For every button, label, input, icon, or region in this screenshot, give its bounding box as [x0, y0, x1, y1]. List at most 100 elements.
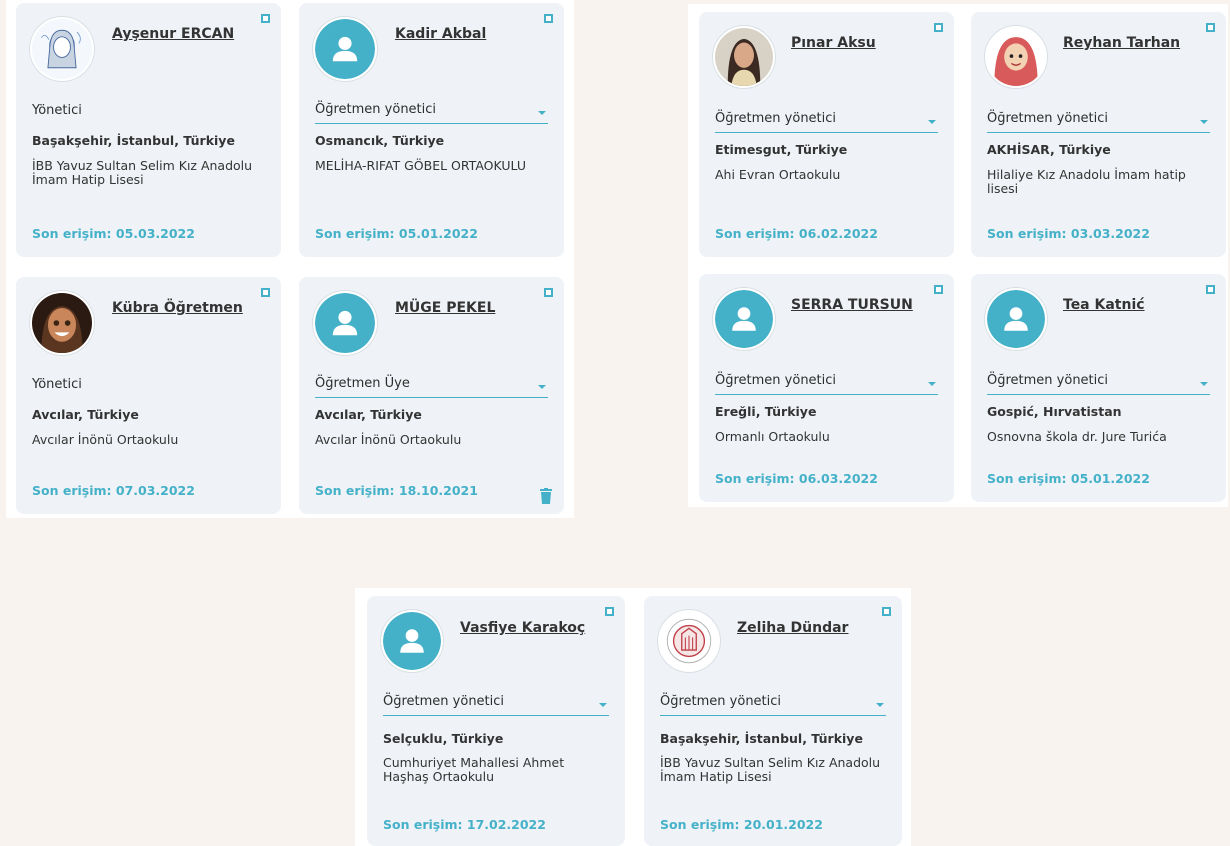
last-access: Son erişim: 20.01.2022 [660, 817, 823, 832]
member-card: Tea Katnić Öğretmen yönetici Gospić, Hır… [971, 274, 1226, 502]
role-dropdown[interactable]: Öğretmen yönetici [715, 111, 938, 133]
chevron-down-icon [538, 111, 546, 115]
member-name-link[interactable]: Zeliha Dündar [737, 620, 848, 636]
select-checkbox[interactable] [1206, 285, 1215, 294]
role-dropdown[interactable]: Öğretmen yönetici [660, 694, 886, 716]
trash-icon[interactable] [540, 488, 552, 504]
default-user-avatar [313, 17, 377, 81]
chevron-down-icon [928, 382, 936, 386]
role-dropdown-value: Öğretmen yönetici [987, 111, 1109, 126]
member-school: Ahi Evran Ortaokulu [715, 167, 841, 182]
member-name-link[interactable]: Reyhan Tarhan [1063, 35, 1180, 51]
member-name-link[interactable]: Ayşenur ERCAN [112, 26, 234, 42]
member-location: Selçuklu, Türkiye [383, 731, 504, 746]
chevron-down-icon [599, 703, 607, 707]
last-access: Son erişim: 05.01.2022 [987, 471, 1150, 486]
member-name-link[interactable]: SERRA TURSUN [791, 297, 913, 313]
role-dropdown-value: Öğretmen yönetici [660, 694, 782, 709]
member-card: Kübra Öğretmen Yönetici Avcılar, Türkiye… [16, 277, 281, 514]
member-school: Ormanlı Ortaokulu [715, 429, 830, 444]
member-school: Hilaliye Kız Anadolu İmam hatip lisesi [987, 167, 1186, 196]
member-location: Avcılar, Türkiye [315, 407, 422, 422]
role-dropdown[interactable]: Öğretmen Üye [315, 376, 548, 398]
team-panel-3: Vasfiye Karakoç Öğretmen yönetici Selçuk… [355, 588, 911, 846]
member-school: Avcılar İnönü Ortaokulu [32, 432, 179, 447]
last-access: Son erişim: 05.03.2022 [32, 226, 195, 241]
chevron-down-icon [928, 120, 936, 124]
member-card: MÜGE PEKEL Öğretmen Üye Avcılar, Türkiye… [299, 277, 564, 514]
member-card: SERRA TURSUN Öğretmen yönetici Ereğli, T… [699, 274, 954, 502]
member-card: Kadir Akbal Öğretmen yönetici Osmancık, … [299, 3, 564, 257]
role-dropdown[interactable]: Öğretmen yönetici [715, 373, 938, 395]
cartoon-avatar [985, 26, 1047, 88]
member-card: Vasfiye Karakoç Öğretmen yönetici Selçuk… [367, 596, 625, 846]
member-location: Etimesgut, Türkiye [715, 142, 848, 157]
team-panel-1: Ayşenur ERCAN Yönetici Başakşehir, İstan… [6, 0, 574, 518]
default-user-avatar [713, 288, 775, 350]
select-checkbox[interactable] [934, 23, 943, 32]
member-card: Reyhan Tarhan Öğretmen yönetici AKHİSAR,… [971, 12, 1226, 257]
role-dropdown-value: Öğretmen yönetici [715, 373, 837, 388]
member-name-link[interactable]: Kübra Öğretmen [112, 300, 243, 316]
role-dropdown[interactable]: Öğretmen yönetici [315, 102, 548, 124]
member-school: Avcılar İnönü Ortaokulu [315, 432, 462, 447]
member-name-link[interactable]: Vasfiye Karakoç [460, 620, 585, 636]
chevron-down-icon [876, 703, 884, 707]
role-dropdown[interactable]: Öğretmen yönetici [987, 373, 1210, 395]
member-name-link[interactable]: Kadir Akbal [395, 26, 486, 42]
team-panel-2: Pınar Aksu Öğretmen yönetici Etimesgut, … [688, 4, 1228, 507]
member-card: Zeliha Dündar Öğretmen yönetici Başakşeh… [644, 596, 902, 846]
role-dropdown[interactable]: Öğretmen yönetici [383, 694, 609, 716]
default-user-avatar [985, 288, 1047, 350]
member-school: İBB Yavuz Sultan Selim Kız Anadolu İmam … [660, 755, 881, 784]
photo-avatar [713, 26, 775, 88]
member-school: Cumhuriyet Mahallesi Ahmet Haşhaş Ortaok… [383, 755, 565, 784]
select-checkbox[interactable] [605, 607, 614, 616]
role-dropdown-value: Öğretmen Üye [315, 376, 410, 391]
last-access: Son erişim: 18.10.2021 [315, 483, 478, 498]
school-logo-avatar [658, 610, 720, 672]
member-location: Başakşehir, İstanbul, Türkiye [32, 133, 235, 148]
member-location: AKHİSAR, Türkiye [987, 142, 1111, 157]
member-name-link[interactable]: Tea Katnić [1063, 297, 1145, 313]
member-card: Ayşenur ERCAN Yönetici Başakşehir, İstan… [16, 3, 281, 257]
last-access: Son erişim: 03.03.2022 [987, 226, 1150, 241]
role-dropdown-value: Öğretmen yönetici [315, 102, 437, 117]
member-location: Gospić, Hırvatistan [987, 404, 1122, 419]
last-access: Son erişim: 17.02.2022 [383, 817, 546, 832]
select-checkbox[interactable] [882, 607, 891, 616]
drawing-avatar [30, 17, 94, 81]
chevron-down-icon [538, 385, 546, 389]
chevron-down-icon [1200, 382, 1208, 386]
member-location: Ereğli, Türkiye [715, 404, 817, 419]
role-dropdown-value: Öğretmen yönetici [383, 694, 505, 709]
select-checkbox[interactable] [1206, 23, 1215, 32]
member-name-link[interactable]: MÜGE PEKEL [395, 300, 495, 316]
last-access: Son erişim: 06.03.2022 [715, 471, 878, 486]
role-dropdown-value: Öğretmen yönetici [987, 373, 1109, 388]
default-user-avatar [381, 610, 443, 672]
member-name-link[interactable]: Pınar Aksu [791, 35, 876, 51]
default-user-avatar [313, 291, 377, 355]
last-access: Son erişim: 05.01.2022 [315, 226, 478, 241]
select-checkbox[interactable] [261, 14, 270, 23]
member-card: Pınar Aksu Öğretmen yönetici Etimesgut, … [699, 12, 954, 257]
member-role: Yönetici [32, 377, 82, 392]
chevron-down-icon [1200, 120, 1208, 124]
member-location: Başakşehir, İstanbul, Türkiye [660, 731, 863, 746]
role-dropdown-value: Öğretmen yönetici [715, 111, 837, 126]
select-checkbox[interactable] [544, 14, 553, 23]
last-access: Son erişim: 07.03.2022 [32, 483, 195, 498]
role-dropdown[interactable]: Öğretmen yönetici [987, 111, 1210, 133]
member-location: Avcılar, Türkiye [32, 407, 139, 422]
select-checkbox[interactable] [261, 288, 270, 297]
member-school: Osnovna škola dr. Jure Turića [987, 429, 1167, 444]
member-school: MELİHA-RIFAT GÖBEL ORTAOKULU [315, 158, 527, 173]
cartoon-avatar [30, 291, 94, 355]
member-role: Yönetici [32, 103, 82, 118]
select-checkbox[interactable] [544, 288, 553, 297]
member-school: İBB Yavuz Sultan Selim Kız Anadolu İmam … [32, 158, 253, 187]
member-location: Osmancık, Türkiye [315, 133, 445, 148]
select-checkbox[interactable] [934, 285, 943, 294]
last-access: Son erişim: 06.02.2022 [715, 226, 878, 241]
